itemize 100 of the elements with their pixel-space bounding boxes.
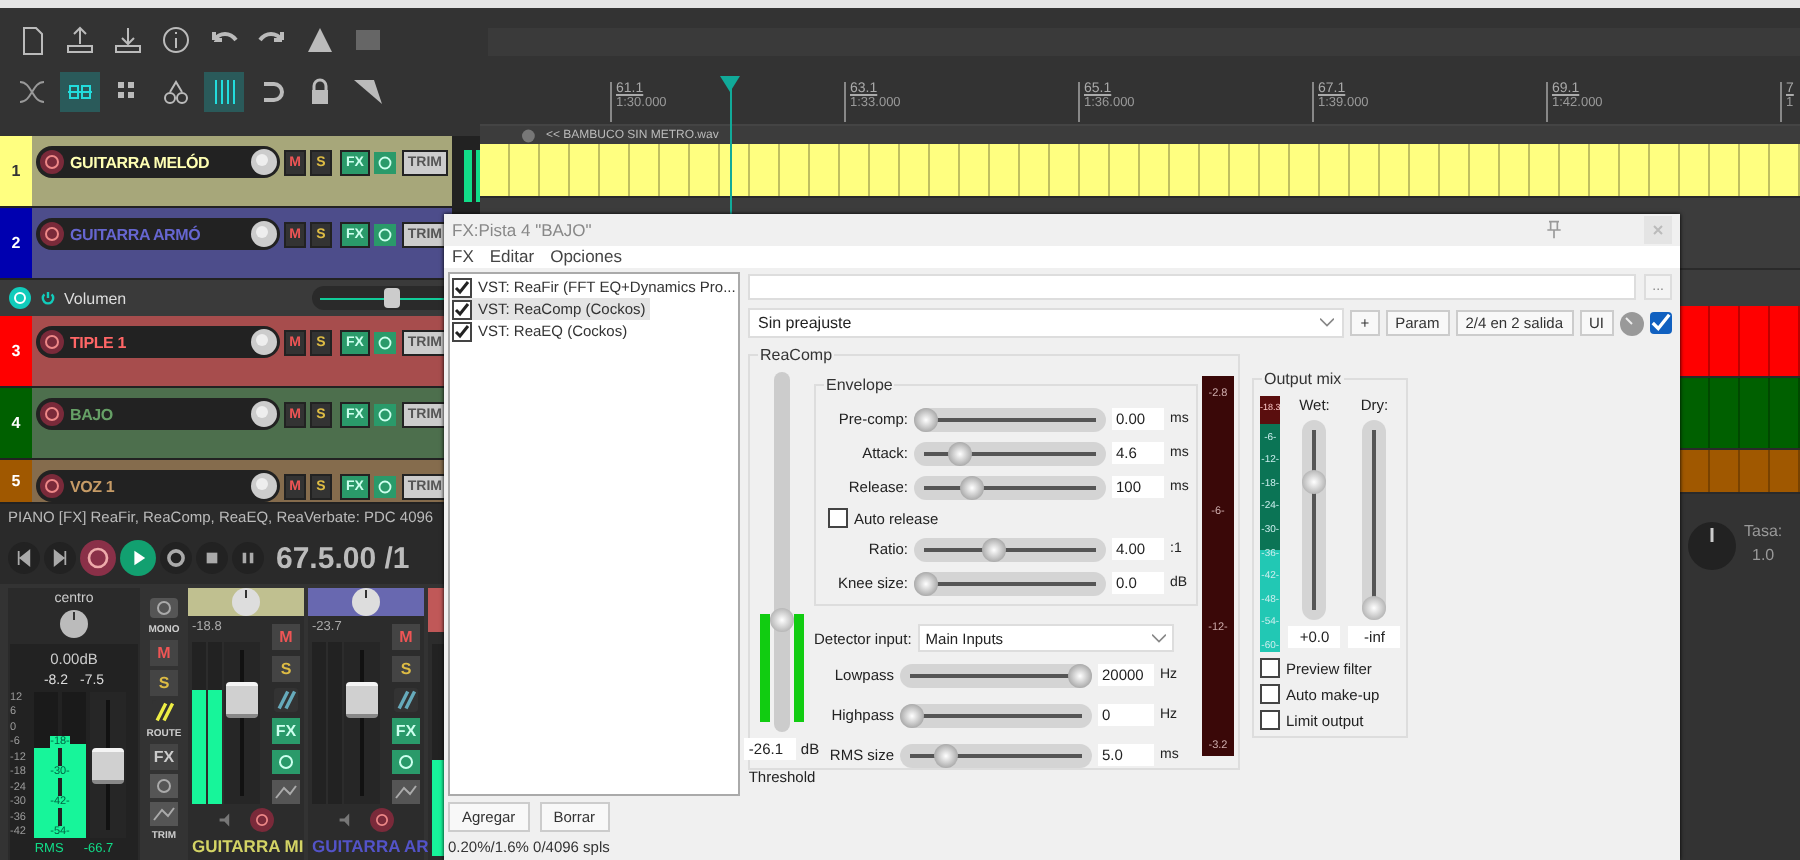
record-arm-icon[interactable] <box>38 328 66 356</box>
fx-button[interactable]: FX <box>150 744 178 770</box>
track-number: 4 <box>0 388 32 458</box>
volume-knob-icon[interactable] <box>250 148 278 176</box>
routing-icon[interactable] <box>392 688 420 712</box>
slider[interactable] <box>900 663 1092 687</box>
track-name-field[interactable]: BAJO <box>36 398 280 430</box>
checkbox[interactable] <box>452 321 472 341</box>
envelope-icon[interactable] <box>272 780 300 804</box>
routing-icon[interactable] <box>150 700 178 724</box>
slider[interactable] <box>1362 420 1387 620</box>
strip-name: GUITARRA MI <box>190 834 304 860</box>
record-icon[interactable] <box>80 540 116 576</box>
pan-knob-icon[interactable] <box>352 588 380 616</box>
checkbox[interactable] <box>452 299 472 319</box>
solo-button[interactable]: S <box>392 656 420 682</box>
slider-thumb[interactable] <box>383 288 400 308</box>
slider[interactable] <box>914 537 1106 561</box>
power-icon[interactable] <box>373 401 396 427</box>
pause-icon[interactable] <box>232 542 264 574</box>
track-number: 2 <box>0 208 32 278</box>
slider[interactable] <box>914 475 1106 499</box>
preset-dropdown[interactable]: Sin preajuste <box>748 308 1345 338</box>
volume-knob-icon[interactable] <box>250 220 278 248</box>
volume-knob-icon[interactable] <box>250 328 278 356</box>
fader-handle[interactable] <box>346 682 378 719</box>
caret-icon <box>1151 633 1166 643</box>
window-title: FX:Pista 4 "BAJO" <box>452 219 594 240</box>
menu-item[interactable]: Opciones <box>550 246 623 267</box>
slider-thumb[interactable] <box>1302 469 1327 494</box>
skip-back-icon[interactable] <box>8 542 40 574</box>
slider[interactable] <box>1302 420 1327 620</box>
slider[interactable] <box>900 743 1092 767</box>
track-name-field[interactable]: GUITARRA MELÓD <box>36 146 280 178</box>
play-icon[interactable] <box>120 540 156 576</box>
checkbox[interactable] <box>828 508 848 528</box>
slider-thumb[interactable] <box>914 407 938 431</box>
slider-thumb[interactable] <box>1362 596 1387 620</box>
checkbox[interactable] <box>1260 658 1280 678</box>
power-icon[interactable] <box>8 286 32 310</box>
track-number: 1 <box>0 136 32 206</box>
input-field[interactable] <box>748 274 1637 300</box>
volume-knob-icon[interactable] <box>250 400 278 428</box>
rate-value: 1.0 <box>1752 546 1775 564</box>
slider[interactable] <box>914 571 1106 595</box>
checkbox[interactable] <box>1260 710 1280 730</box>
track-name-field[interactable]: VOZ 1 <box>36 470 280 502</box>
routing-icon[interactable] <box>272 688 300 712</box>
slider-thumb[interactable] <box>947 441 972 465</box>
volume-knob-icon[interactable] <box>250 472 278 500</box>
enable-checkbox[interactable] <box>1650 312 1672 334</box>
grid-icon[interactable] <box>204 72 244 112</box>
loop-icon[interactable] <box>160 542 192 574</box>
fader-handle[interactable] <box>226 682 258 719</box>
checkbox[interactable] <box>452 277 472 297</box>
time-display: 67.5.00 /1 <box>276 541 410 575</box>
slider[interactable] <box>914 407 1106 431</box>
power-icon[interactable] <box>373 221 396 247</box>
solo-button[interactable]: S <box>272 656 300 682</box>
slider-thumb[interactable] <box>933 743 958 767</box>
slider-thumb[interactable] <box>981 537 1006 561</box>
record-arm-icon[interactable] <box>250 808 274 832</box>
track-name-field[interactable]: TIPLE 1 <box>36 326 280 358</box>
envelope-icon[interactable] <box>150 802 178 826</box>
envelope-icon[interactable] <box>392 780 420 804</box>
speaker-icon[interactable] <box>338 812 354 828</box>
rate-label: Tasa: <box>1744 522 1783 540</box>
power-icon[interactable] <box>373 329 396 355</box>
threshold-slider[interactable] <box>760 372 804 732</box>
slider[interactable] <box>914 441 1106 465</box>
skip-forward-icon[interactable] <box>44 542 76 574</box>
rate-knob-icon[interactable] <box>1688 522 1736 570</box>
speaker-icon[interactable] <box>218 812 234 828</box>
slider-thumb[interactable] <box>770 607 794 632</box>
checkbox[interactable] <box>1260 684 1280 704</box>
slider-thumb[interactable] <box>900 703 924 727</box>
caret-icon <box>1320 318 1335 328</box>
group-title: ReaComp <box>758 346 835 364</box>
record-arm-icon[interactable] <box>38 220 66 248</box>
fader-handle[interactable] <box>92 747 124 783</box>
track-number: 3 <box>0 316 32 386</box>
menu-item[interactable]: FX <box>452 246 474 267</box>
record-arm-icon[interactable] <box>38 400 66 428</box>
record-arm-icon[interactable] <box>370 808 394 832</box>
link-icon[interactable] <box>60 72 100 112</box>
track-number: 5 <box>0 460 32 502</box>
slider-thumb[interactable] <box>959 475 984 499</box>
power-icon[interactable] <box>40 290 56 306</box>
solo-button[interactable]: S <box>150 670 178 696</box>
phase-icon[interactable] <box>150 596 178 620</box>
group-title: Envelope <box>824 376 895 394</box>
slider[interactable] <box>900 703 1092 727</box>
strip-name: GUITARRA AR <box>310 834 424 860</box>
record-arm-icon[interactable] <box>38 472 66 500</box>
slider-thumb[interactable] <box>914 571 938 595</box>
stop-icon[interactable] <box>196 542 228 574</box>
slider-thumb[interactable] <box>1068 663 1092 687</box>
pan-knob-icon[interactable] <box>60 610 88 638</box>
record-arm-icon[interactable] <box>38 148 66 176</box>
menu-item[interactable]: Editar <box>489 246 535 267</box>
